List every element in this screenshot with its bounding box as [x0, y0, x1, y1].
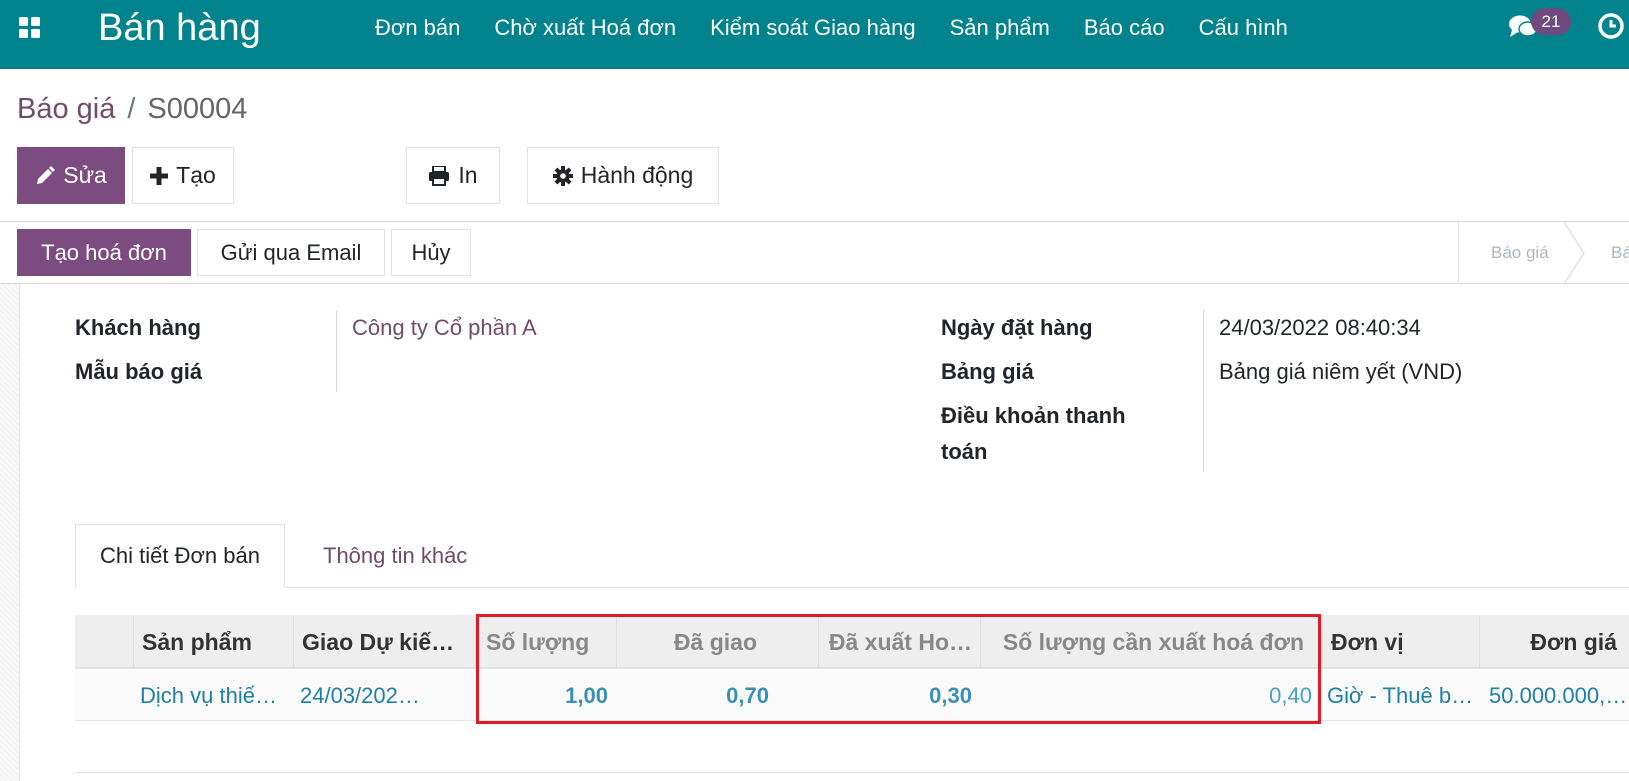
- payment-terms-label-line2: toán: [941, 439, 988, 464]
- menu-item-configuration[interactable]: Cấu hình: [1182, 14, 1305, 42]
- app-brand[interactable]: Bán hàng: [98, 6, 261, 50]
- pricelist-value: Bảng giá niêm yết (VND): [1219, 359, 1463, 384]
- breadcrumb-separator: /: [127, 93, 136, 125]
- main-menu: Đơn bán Chờ xuất Hoá đơn Kiểm soát Giao …: [358, 14, 1305, 42]
- customer-label: Khách hàng: [75, 315, 201, 340]
- sheet-side-pattern: [0, 284, 20, 781]
- tab-order-lines[interactable]: Chi tiết Đơn bán: [75, 524, 285, 588]
- table-bottom-line: [75, 772, 1629, 773]
- create-button-label: Tạo: [176, 162, 216, 188]
- menu-item-products[interactable]: Sản phẩm: [933, 14, 1067, 42]
- cell-to-invoice[interactable]: 0,40: [980, 671, 1312, 721]
- stage-arrow-icon: [1564, 222, 1585, 284]
- field-separator-left: [336, 310, 337, 392]
- breadcrumb-current: S00004: [147, 93, 248, 125]
- clock-icon[interactable]: [1597, 12, 1625, 40]
- edit-button[interactable]: Sửa: [17, 147, 125, 204]
- menu-item-orders[interactable]: Đơn bán: [358, 14, 477, 42]
- column-header-product[interactable]: Sản phẩm: [133, 615, 293, 669]
- action-button[interactable]: Hành động: [527, 147, 719, 204]
- cell-delivered[interactable]: 0,70: [616, 671, 769, 721]
- stage-quotation[interactable]: Báo giá: [1491, 243, 1549, 263]
- column-header-quantity[interactable]: Số lượng: [475, 615, 615, 669]
- action-button-label: Hành động: [580, 162, 694, 188]
- column-header-invoiced[interactable]: Đã xuất Ho…: [818, 615, 980, 669]
- cell-delivery-date[interactable]: 24/03/202…: [300, 671, 450, 721]
- send-email-button[interactable]: Gửi qua Email: [197, 229, 385, 276]
- plus-icon: [150, 166, 169, 185]
- column-header-delivery-date[interactable]: Giao Dự kiế…: [293, 615, 453, 669]
- create-button[interactable]: Tạo: [132, 147, 234, 204]
- column-header-unit-price[interactable]: Đơn giá: [1479, 615, 1629, 669]
- table-row[interactable]: Dịch vụ thiế… 24/03/202… 1,00 0,70 0,30 …: [75, 671, 1629, 721]
- stage-pipeline: Báo giá Bá: [1458, 222, 1629, 284]
- status-bar: Tạo hoá đơn Gửi qua Email Hủy Báo giá Bá: [0, 222, 1629, 284]
- cell-invoiced[interactable]: 0,30: [818, 671, 972, 721]
- breadcrumb-parent[interactable]: Báo giá: [17, 93, 115, 125]
- menu-item-to-invoice[interactable]: Chờ xuất Hoá đơn: [477, 14, 693, 42]
- cell-product[interactable]: Dịch vụ thiế…: [140, 671, 290, 721]
- customer-value[interactable]: Công ty Cổ phần A: [352, 315, 537, 341]
- payment-terms-label: Điều khoản thanh: [941, 403, 1126, 428]
- print-icon: [429, 165, 450, 186]
- apps-grid-icon[interactable]: [18, 16, 42, 40]
- breadcrumb: Báo giá / S00004: [17, 91, 247, 127]
- cell-quantity[interactable]: 1,00: [475, 671, 608, 721]
- pencil-icon: [37, 165, 56, 184]
- top-navbar: Bán hàng Đơn bán Chờ xuất Hoá đơn Kiểm s…: [0, 0, 1629, 69]
- menu-item-delivery-control[interactable]: Kiểm soát Giao hàng: [693, 14, 932, 42]
- field-separator-right: [1203, 310, 1204, 472]
- create-invoice-button[interactable]: Tạo hoá đơn: [17, 229, 191, 276]
- order-date-value: 24/03/2022 08:40:34: [1219, 315, 1421, 340]
- cancel-button[interactable]: Hủy: [391, 229, 471, 276]
- tab-other-info[interactable]: Thông tin khác: [299, 524, 491, 588]
- edit-button-label: Sửa: [63, 162, 107, 188]
- chat-count-badge: 21: [1531, 8, 1571, 35]
- order-date-label: Ngày đặt hàng: [941, 315, 1093, 340]
- menu-item-reporting[interactable]: Báo cáo: [1067, 14, 1182, 42]
- cell-unit-price[interactable]: 50.000.000,…: [1489, 671, 1629, 721]
- quotation-template-label: Mẫu báo giá: [75, 359, 203, 384]
- pricelist-label: Bảng giá: [941, 359, 1034, 384]
- print-button[interactable]: In: [406, 147, 500, 204]
- gear-icon: [552, 165, 573, 186]
- print-button-label: In: [458, 162, 478, 188]
- table-header: Sản phẩm Giao Dự kiế… Số lượng Đã giao Đ…: [75, 615, 1629, 669]
- column-header-delivered[interactable]: Đã giao: [616, 615, 777, 669]
- stage-next[interactable]: Bá: [1611, 243, 1629, 263]
- column-header-uom[interactable]: Đơn vị: [1322, 615, 1479, 669]
- column-header-to-invoice[interactable]: Số lượng cần xuất hoá đơn: [980, 615, 1320, 669]
- cell-uom[interactable]: Giờ - Thuê b…: [1327, 671, 1477, 721]
